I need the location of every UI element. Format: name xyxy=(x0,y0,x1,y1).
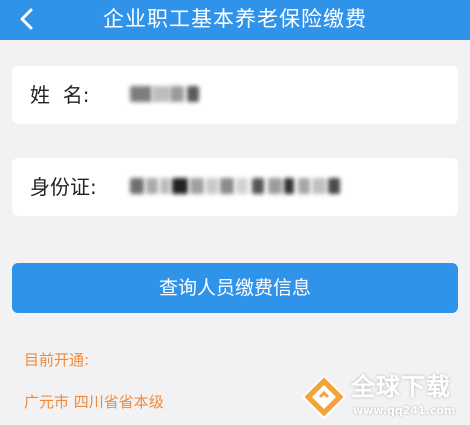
name-field-card[interactable]: 姓 名: xyxy=(12,66,458,124)
open-region-list[interactable]: 广元市 四川省省本级 xyxy=(24,392,164,412)
app-header: 企业职工基本养老保险缴费 xyxy=(0,0,470,40)
currently-open-label: 目前开通: xyxy=(24,351,90,369)
id-field-card[interactable]: 身份证: xyxy=(12,158,458,216)
name-label: 姓 名: xyxy=(30,83,90,107)
watermark-title: 全球下载 xyxy=(351,373,451,401)
watermark-url: www.qq241.com xyxy=(353,404,456,417)
id-label: 身份证: xyxy=(30,175,97,199)
site-watermark: 全球下载 www.qq241.com xyxy=(295,368,470,425)
query-payment-info-button[interactable]: 查询人员缴费信息 xyxy=(12,263,458,313)
watermark-logo-icon xyxy=(301,374,347,420)
page-title: 企业职工基本养老保险缴费 xyxy=(103,7,367,31)
